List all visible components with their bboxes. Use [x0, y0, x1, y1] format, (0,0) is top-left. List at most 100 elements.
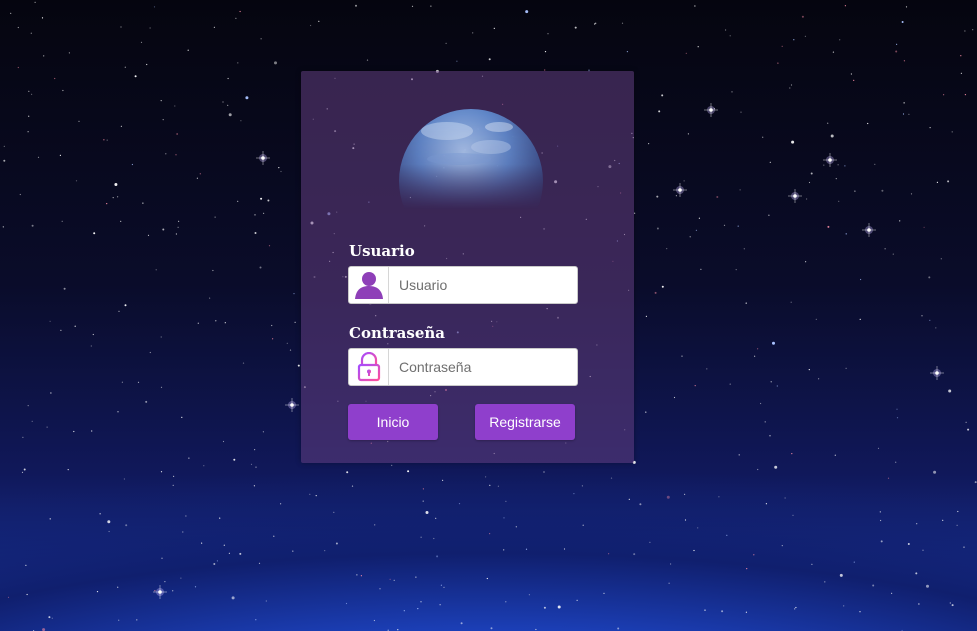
star — [887, 477, 890, 479]
star — [595, 22, 597, 24]
star — [397, 629, 399, 631]
star — [180, 577, 182, 579]
star — [7, 596, 10, 599]
star — [254, 214, 256, 216]
star — [131, 163, 133, 166]
star — [948, 389, 952, 393]
star — [294, 321, 296, 323]
star — [490, 627, 493, 630]
star — [746, 568, 748, 570]
star — [21, 471, 24, 473]
star — [928, 276, 931, 279]
star — [535, 628, 537, 631]
star — [901, 21, 904, 23]
star — [729, 383, 731, 385]
star — [850, 73, 853, 75]
star — [393, 579, 395, 581]
star — [19, 193, 21, 196]
star — [726, 534, 728, 536]
star — [267, 199, 270, 202]
star — [915, 572, 918, 575]
star — [877, 447, 880, 449]
star — [239, 10, 241, 13]
star — [440, 584, 442, 586]
username-label: Usuario — [349, 242, 415, 260]
star — [422, 500, 424, 502]
star — [967, 428, 970, 431]
star — [974, 481, 977, 484]
star — [933, 470, 937, 474]
star — [774, 465, 778, 469]
star — [407, 470, 410, 473]
star — [373, 619, 375, 622]
star — [905, 6, 908, 8]
star — [213, 563, 216, 565]
star — [17, 26, 19, 29]
star — [456, 60, 458, 62]
star — [59, 154, 62, 156]
star — [175, 233, 177, 235]
star — [63, 287, 66, 290]
star — [239, 552, 242, 555]
star — [260, 197, 263, 200]
star — [213, 26, 215, 28]
star — [442, 479, 444, 481]
star — [757, 468, 759, 471]
star — [784, 497, 786, 499]
star — [28, 90, 30, 92]
star — [92, 333, 94, 336]
star — [845, 367, 847, 369]
star — [99, 513, 101, 515]
star — [74, 325, 76, 327]
star — [695, 229, 698, 231]
star — [254, 232, 257, 234]
star — [621, 22, 624, 24]
star — [219, 517, 221, 519]
star — [960, 72, 963, 74]
star — [764, 421, 766, 423]
star — [227, 104, 229, 106]
register-button[interactable]: Registrarse — [475, 404, 575, 440]
star — [360, 575, 362, 577]
star — [879, 511, 881, 513]
star — [91, 430, 93, 432]
star — [162, 228, 165, 231]
star — [445, 42, 447, 45]
star — [698, 217, 701, 219]
login-button[interactable]: Inicio — [348, 404, 438, 440]
star — [628, 498, 630, 500]
star — [123, 478, 125, 480]
star — [443, 586, 445, 588]
star — [154, 590, 156, 592]
star — [859, 318, 861, 320]
star — [108, 530, 110, 533]
password-input[interactable] — [389, 349, 577, 385]
star — [666, 248, 668, 250]
star — [272, 338, 274, 340]
star — [297, 364, 300, 367]
star — [648, 143, 650, 145]
star — [899, 220, 901, 222]
star — [493, 27, 495, 29]
star — [791, 140, 795, 144]
star — [61, 220, 63, 222]
star — [160, 100, 162, 102]
star — [789, 87, 791, 89]
star — [25, 564, 27, 567]
username-input[interactable] — [389, 267, 577, 303]
star — [768, 214, 770, 216]
bright-star — [673, 183, 687, 197]
star — [67, 469, 69, 471]
star — [926, 584, 929, 588]
star — [176, 133, 178, 135]
star — [27, 405, 29, 407]
star — [839, 573, 843, 577]
star — [880, 540, 883, 543]
star — [675, 195, 678, 197]
star — [745, 611, 748, 613]
star — [867, 122, 869, 125]
star — [420, 601, 422, 603]
star — [48, 616, 51, 619]
star — [770, 381, 772, 383]
bright-star — [153, 585, 167, 599]
